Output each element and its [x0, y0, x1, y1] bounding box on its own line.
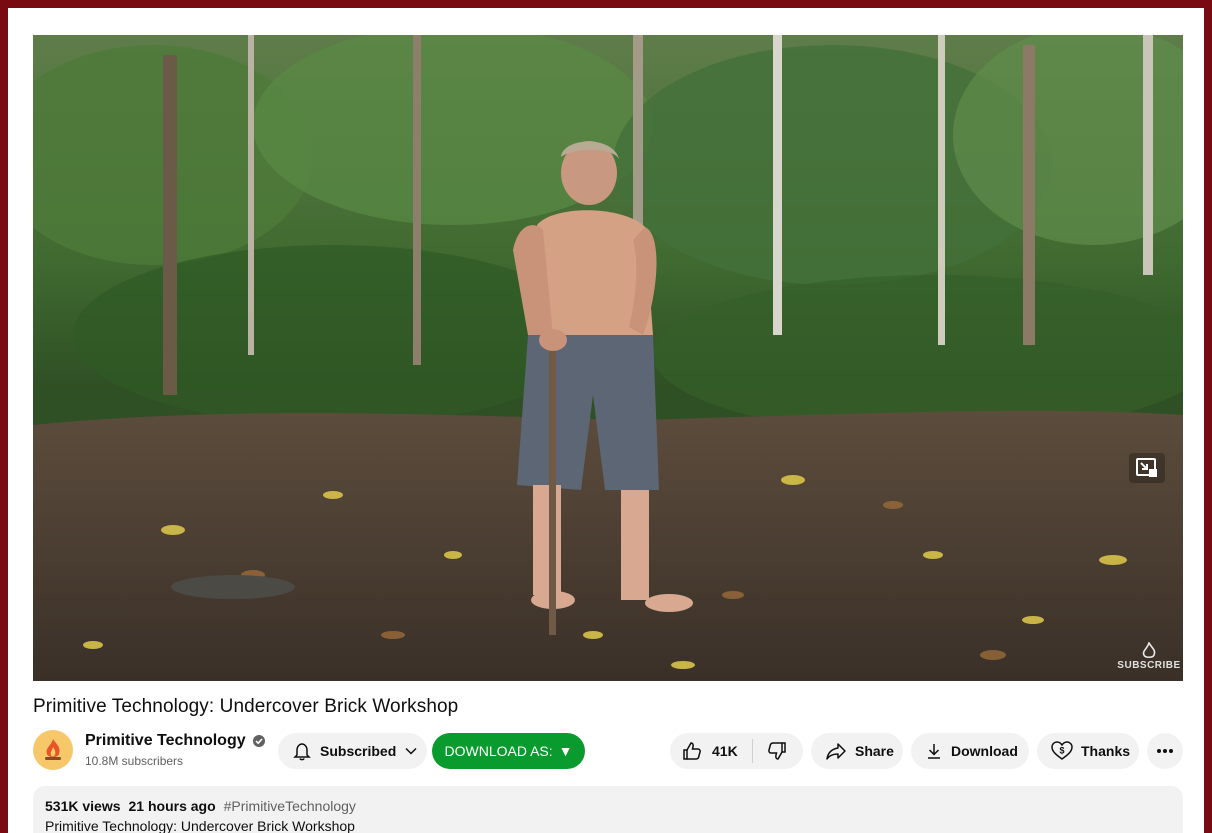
share-button[interactable]: Share [811, 733, 903, 769]
download-as-arrow: ▼ [558, 743, 573, 759]
subscribe-watermark[interactable]: SUBSCRIBE [1117, 631, 1180, 671]
like-button[interactable]: 41K [670, 733, 752, 769]
video-frame-forest-scene [33, 35, 1183, 681]
watermark-label: SUBSCRIBE [1117, 660, 1181, 671]
channel-name-label: Primitive Technology [85, 732, 246, 749]
channel-avatar[interactable] [33, 730, 73, 770]
channel-name[interactable]: Primitive Technology [85, 732, 266, 750]
flame-icon [1142, 642, 1156, 659]
subscribed-button[interactable]: Subscribed [278, 733, 427, 769]
chevron-down-icon [404, 744, 418, 758]
fullscreen-exit-icon [1136, 458, 1158, 478]
upload-age: 21 hours ago [128, 798, 216, 814]
thumbs-up-icon [682, 741, 702, 761]
like-count: 41K [712, 743, 738, 759]
description-meta: 531K views 21 hours ago #PrimitiveTechno… [45, 798, 356, 814]
like-dislike-group: 41K [670, 733, 803, 769]
download-icon [925, 742, 943, 760]
description-box[interactable]: 531K views 21 hours ago #PrimitiveTechno… [33, 786, 1183, 833]
more-icon [1156, 748, 1174, 754]
thanks-label: Thanks [1081, 743, 1131, 759]
download-as-label: DOWNLOAD AS: [444, 743, 553, 759]
bell-icon [292, 741, 312, 761]
subscriber-count: 10.8M subscribers [85, 754, 184, 768]
download-label: Download [951, 743, 1018, 759]
thanks-icon: $ [1051, 741, 1073, 761]
hashtag-link[interactable]: #PrimitiveTechnology [224, 798, 356, 814]
description-text: Primitive Technology: Undercover Brick W… [45, 818, 355, 833]
dislike-button[interactable] [753, 733, 803, 769]
download-as-button[interactable]: DOWNLOAD AS: ▼ [432, 733, 585, 769]
subscribed-label: Subscribed [320, 743, 397, 759]
page-frame: SUBSCRIBE Primitive Technology: Undercov… [8, 8, 1204, 833]
verified-icon [252, 734, 266, 748]
video-title: Primitive Technology: Undercover Brick W… [33, 696, 459, 717]
thumbs-down-icon [767, 741, 787, 761]
svg-text:$: $ [1059, 746, 1064, 756]
download-button[interactable]: Download [911, 733, 1029, 769]
channel-action-row: Primitive Technology 10.8M subscribers S… [33, 728, 1183, 772]
miniplayer-button[interactable] [1129, 453, 1165, 483]
share-arrow-icon [825, 741, 847, 761]
video-player[interactable]: SUBSCRIBE [33, 35, 1183, 681]
share-label: Share [855, 743, 894, 759]
thanks-button[interactable]: $ Thanks [1037, 733, 1139, 769]
view-count: 531K views [45, 798, 121, 814]
campfire-icon [45, 739, 61, 760]
more-actions-button[interactable] [1147, 733, 1183, 769]
